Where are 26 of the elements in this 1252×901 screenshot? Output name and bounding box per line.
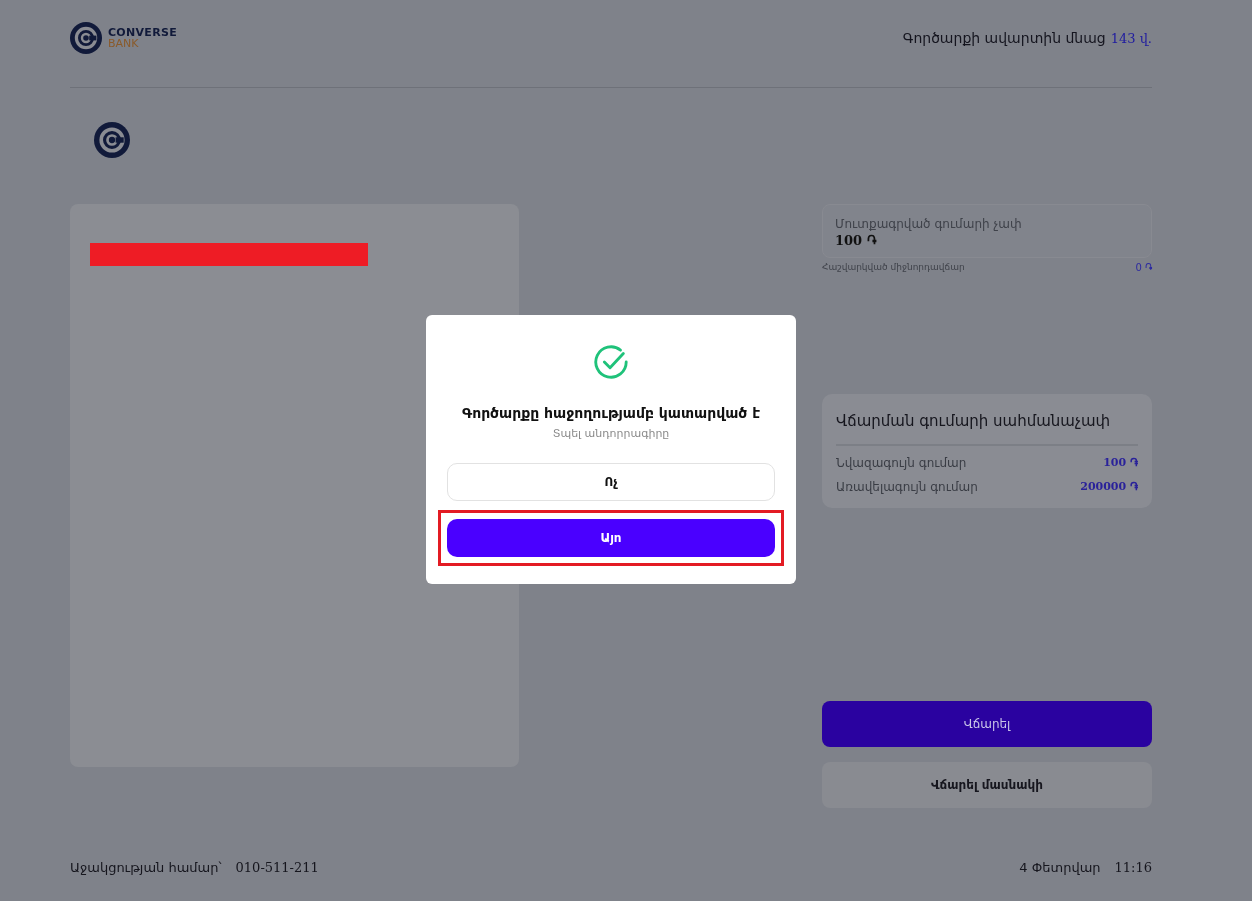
limit-value: 100 ֏ xyxy=(1103,456,1138,470)
support-phone: 010-511-211 xyxy=(235,859,319,875)
yes-button[interactable]: Այո xyxy=(447,519,775,557)
logo-icon xyxy=(94,122,130,158)
date-text: 4 Փետրվար xyxy=(1019,859,1101,875)
dialog-subtitle: Տպել անդորրագիրը xyxy=(552,427,670,440)
success-check-icon xyxy=(592,343,630,381)
timer-label: Գործարքի ավարտին մնաց xyxy=(902,30,1106,46)
amount-label: Մուտքագրված գումարի չափ xyxy=(835,217,1023,231)
support-label: Աջակցության համար՝ xyxy=(70,859,222,875)
amount-value: 100 ֏ xyxy=(835,233,878,249)
logo-icon xyxy=(70,22,102,54)
no-button[interactable]: Ոչ xyxy=(447,463,775,501)
logo-subtitle: BANK xyxy=(108,38,140,49)
time-text: 11:16 xyxy=(1114,859,1152,875)
limits-title: Վճարման գումարի սահմանաչափ xyxy=(836,412,1138,446)
dialog-title: Գործարքը հաջողությամբ կատարված է xyxy=(461,405,761,421)
logo-name: CONVERSE xyxy=(108,27,177,38)
commission-value: 0 ֏ xyxy=(1135,262,1152,274)
limit-label: Առավելագույն գումար xyxy=(836,480,978,494)
timer-value: 143 վ. xyxy=(1110,31,1152,46)
pay-button[interactable]: Վճարել xyxy=(822,701,1152,747)
limit-value: 200000 ֏ xyxy=(1080,480,1138,494)
limit-label: Նվազագույն գումար xyxy=(836,456,967,470)
partial-pay-button[interactable]: Վճարել մասնակի xyxy=(822,762,1152,808)
commission-label: Հաշվարկված միջնորդավճար xyxy=(822,262,965,274)
